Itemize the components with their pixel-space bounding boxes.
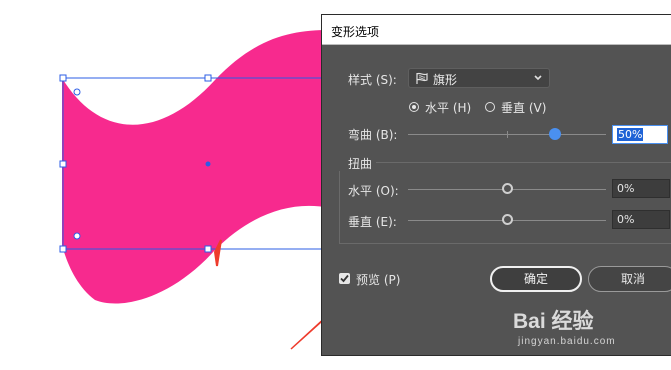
selection-center-point [205,161,211,167]
selection-handle-top-middle[interactable] [204,74,212,82]
live-corner-widget-top[interactable] [73,88,81,96]
dialog-titlebar[interactable]: 变形选项 [322,15,671,45]
selection-handle-middle-left[interactable] [59,160,67,168]
horizontal-radio[interactable] [409,102,419,112]
ok-button[interactable]: 确定 [490,266,582,292]
selection-handle-top-left[interactable] [59,74,67,82]
vertical-radio-label: 垂直 (V) [501,101,547,115]
selection-handle-bottom-left[interactable] [59,245,67,253]
distortion-group-line [376,162,671,163]
vertical-distortion-field[interactable]: 0% [612,210,670,229]
watermark-url: jingyan.baidu.com [518,336,616,347]
preview-checkbox[interactable] [339,273,350,284]
distortion-group-label: 扭曲 [348,157,373,171]
flag-warp-icon [416,72,428,84]
horizontal-radio-label: 水平 (H) [425,101,472,115]
bend-slider-center-tick [507,131,508,138]
style-label: 样式 (S): [348,73,397,87]
bend-label: 弯曲 (B): [348,128,398,142]
cancel-button[interactable]: 取消 [588,266,671,292]
horizontal-distortion-label: 水平 (O): [348,184,399,198]
live-corner-widget-bottom[interactable] [73,232,81,240]
preview-label: 预览 (P) [356,273,401,287]
style-dropdown-value: 旗形 [433,73,458,87]
vertical-radio[interactable] [485,102,495,112]
horizontal-distortion-field[interactable]: 0% [612,179,670,198]
dialog-title: 变形选项 [331,25,380,39]
style-dropdown[interactable]: 旗形 [408,68,550,88]
bend-slider-thumb[interactable] [549,128,561,140]
warp-options-dialog: 变形选项 样式 (S): 旗形 水平 (H) 垂直 (V) 弯曲 (B): 50… [321,14,671,356]
baidu-jingyan-watermark: Bai 经验 [513,310,594,333]
horizontal-distortion-slider-thumb[interactable] [502,183,513,194]
chevron-down-icon [534,75,542,81]
bend-value-field[interactable]: 50% [612,125,668,144]
checkmark-icon [340,274,349,283]
vertical-distortion-slider-thumb[interactable] [502,214,513,225]
vertical-distortion-label: 垂直 (E): [348,215,397,229]
flag-shape[interactable] [62,30,330,304]
bend-value-selected-text: 50% [617,128,644,141]
selection-handle-bottom-middle[interactable] [204,245,212,253]
